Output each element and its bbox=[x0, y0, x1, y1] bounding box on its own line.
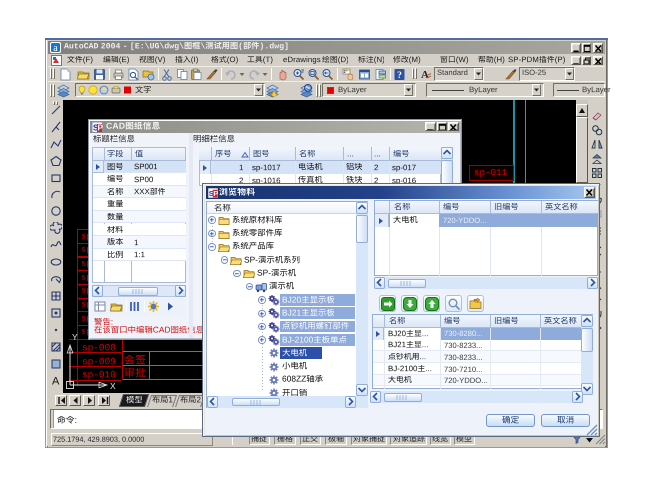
svg-text:?: ? bbox=[397, 71, 402, 81]
svg-text:a: a bbox=[53, 43, 58, 53]
svg-text:P: P bbox=[213, 189, 218, 198]
svg-text:Y: Y bbox=[72, 332, 78, 342]
svg-text:A: A bbox=[52, 376, 60, 387]
svg-text:P: P bbox=[98, 123, 103, 132]
svg-text:X: X bbox=[110, 381, 116, 391]
